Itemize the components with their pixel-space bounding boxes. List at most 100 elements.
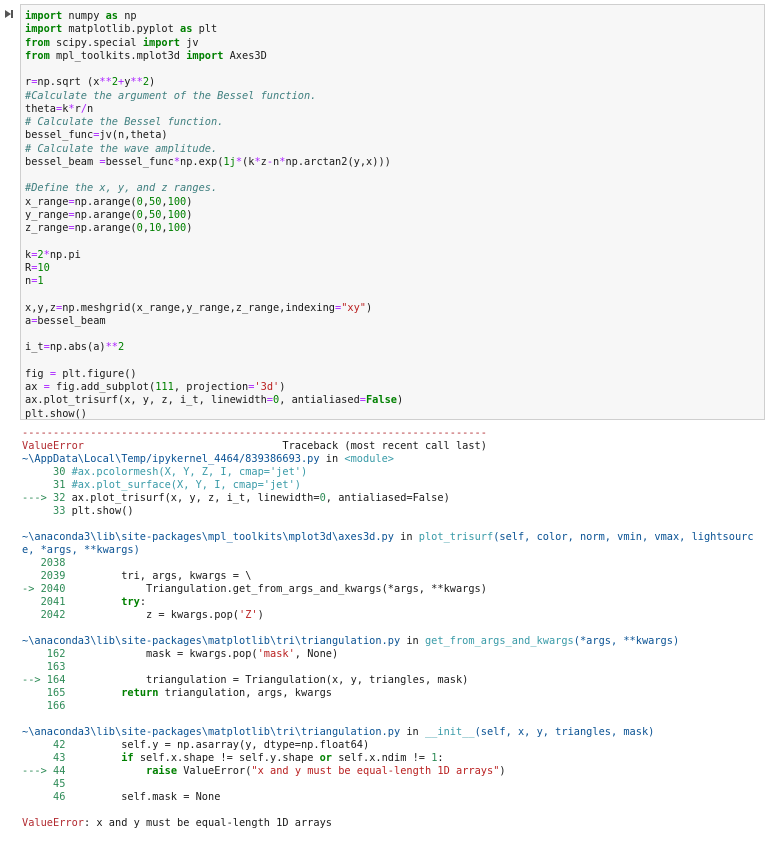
output-token: self.x.ndim != — [332, 752, 432, 764]
code-token: 10 — [149, 222, 162, 234]
output-gap — [22, 518, 764, 531]
code-line: #Define the x, y, and z ranges. — [25, 182, 403, 195]
output-token: in — [319, 453, 345, 465]
traceback-line: ----------------------------------------… — [22, 427, 764, 440]
traceback-line: 46 self.mask = None — [22, 791, 764, 804]
output-token: 165 — [22, 687, 72, 699]
code-line: ax.plot_trisurf(x, y, z, i_t, linewidth=… — [25, 394, 403, 407]
code-token: False — [365, 394, 397, 407]
file-path: ~\anaconda3\lib\site-packages\matplotlib… — [22, 726, 401, 738]
output-token — [72, 596, 122, 608]
traceback-line: ~\anaconda3\lib\site-packages\matplotlib… — [22, 726, 764, 739]
output-token: raise — [146, 765, 178, 777]
code-line: # Calculate the wave amplitude. — [25, 143, 403, 156]
output-token: ValueError( — [177, 765, 252, 777]
code-token: x_range — [25, 195, 69, 208]
code-token: # Calculate the wave amplitude. — [25, 142, 218, 155]
traceback-line: 31 #ax.plot_surface(X, Y, I, cmap='jet') — [22, 479, 764, 492]
code-token: #Calculate the argument of the Bessel fu… — [25, 89, 317, 102]
output-token: or — [319, 752, 333, 764]
output-token: 31 — [22, 479, 72, 491]
code-token: jv — [180, 36, 199, 49]
output-token: tri, args, kwargs = \ — [71, 570, 252, 582]
code-token: mpl_toolkits.mplot3d — [49, 49, 187, 62]
code-token: "xy" — [341, 301, 366, 314]
output-gap — [22, 713, 764, 726]
code-line: #Calculate the argument of the Bessel fu… — [25, 90, 403, 103]
code-input-cell[interactable]: import numpy as np import matplotlib.pypl… — [20, 4, 765, 420]
code-token: y_range — [25, 208, 69, 221]
code-line: import numpy as np — [25, 10, 403, 23]
output-token: ---> 44 — [22, 765, 72, 777]
traceback-line: 165 return triangulation, args, kwargs — [22, 687, 764, 700]
output-token — [72, 752, 122, 764]
code-token: 1j — [223, 155, 236, 168]
output-token: 43 — [22, 752, 72, 764]
output-token: triangulation, args, kwargs — [158, 687, 333, 699]
traceback-line: 2041 try: — [22, 596, 764, 609]
traceback-line: ValueError Traceback (most recent call l… — [22, 440, 764, 453]
traceback-line: ~\anaconda3\lib\site-packages\matplotlib… — [22, 635, 764, 648]
code-token: np.abs(a) — [49, 341, 106, 354]
output-token: 'Z' — [239, 609, 258, 621]
output-token: mask = kwargs.pop( — [71, 648, 258, 660]
output-token: plt.show() — [71, 505, 134, 517]
code-line: fig = plt.figure() — [25, 368, 403, 381]
traceback-line: 2039 tri, args, kwargs = \ — [22, 570, 764, 583]
code-token: ) — [186, 195, 193, 208]
code-line: r=np.sqrt (x**2+y**2) — [25, 76, 403, 89]
output-token: if — [121, 752, 134, 764]
code-token: ) — [149, 76, 156, 89]
code-line: from mpl_toolkits.mplot3d import Axes3D — [25, 50, 403, 63]
output-token: in — [400, 726, 425, 738]
code-token: import — [186, 49, 224, 62]
code-token: np.arctan2(y,x))) — [285, 155, 391, 168]
module-link[interactable]: <module> — [344, 453, 394, 465]
code-token: as — [105, 10, 119, 22]
output-token: self.x.shape != self.y.shape — [133, 752, 320, 764]
code-token: x,y,z — [25, 301, 56, 314]
output-token: 2039 — [22, 570, 72, 582]
output-token: Triangulation.get_from_args_and_kwargs(*… — [71, 583, 487, 595]
code-token: numpy — [62, 10, 106, 22]
code-token: ** — [130, 76, 143, 89]
traceback-line: 30 #ax.pcolormesh(X, Y, Z, I, cmap='jet'… — [22, 466, 764, 479]
traceback-line: 33 plt.show() — [22, 505, 764, 518]
code-token: from — [25, 49, 50, 62]
output-token: 42 — [22, 739, 72, 751]
code-line: x,y,z=np.meshgrid(x_range,y_range,z_rang… — [25, 302, 403, 315]
output-token: -> 2040 — [22, 583, 72, 595]
code-token: ** — [99, 76, 112, 89]
output-token: "x and y must be equal-length 1D arrays" — [251, 765, 500, 777]
output-token: try — [121, 596, 140, 608]
code-line: y_range=np.arange(0,50,100) — [25, 209, 403, 222]
traceback-line: ~\anaconda3\lib\site-packages\mpl_toolki… — [22, 531, 764, 557]
code-token: import — [142, 36, 181, 49]
code-token: 100 — [167, 195, 187, 208]
code-editor[interactable]: import numpy as np import matplotlib.pypl… — [25, 10, 403, 421]
output-token: 162 — [22, 648, 72, 660]
code-line: i_t=np.abs(a)**2 — [25, 341, 403, 354]
output-token: #ax.plot_surface(X, Y, I, cmap='jet') — [71, 479, 301, 491]
output-token: ValueError — [22, 440, 84, 452]
traceback-line: 2038 — [22, 557, 764, 570]
code-line: z_range=np.arange(0,10,100) — [25, 222, 403, 235]
traceback-line: ---> 44 raise ValueError("x and y must b… — [22, 765, 764, 778]
traceback-line: 163 — [22, 661, 764, 674]
code-line: from scipy.special import jv — [25, 37, 403, 50]
code-token: np.arange( — [74, 195, 137, 208]
code-token: np.meshgrid(x_range,y_range,z_range,inde… — [62, 301, 335, 314]
code-token: 50 — [149, 208, 162, 221]
run-cell-icon[interactable] — [5, 10, 13, 18]
code-token: # Calculate the Bessel function. — [25, 116, 224, 128]
code-token: '3d' — [254, 381, 280, 393]
code-token: from — [25, 36, 50, 49]
output-token: 166 — [22, 700, 66, 712]
file-path: ~\anaconda3\lib\site-packages\matplotlib… — [22, 635, 401, 647]
output-token: 46 — [22, 791, 72, 803]
code-token: np.arange( — [74, 222, 137, 234]
